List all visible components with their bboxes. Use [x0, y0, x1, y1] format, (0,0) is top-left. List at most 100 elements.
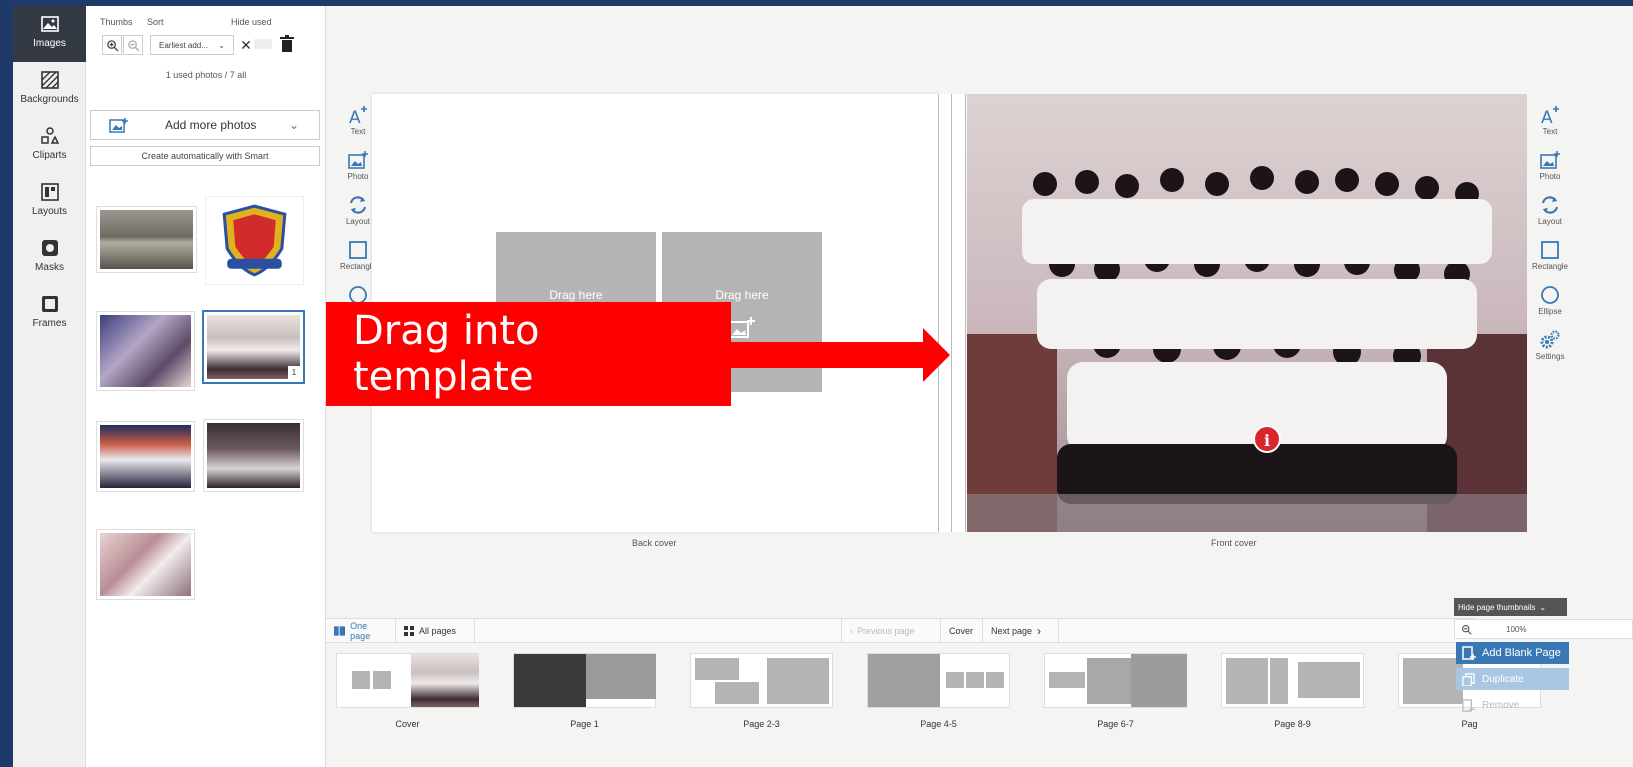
nav-cliparts[interactable]: Cliparts — [13, 118, 86, 174]
zoom-value: 100% — [1506, 624, 1527, 634]
add-more-photos-button[interactable]: Add more photos ⌄ — [90, 110, 320, 140]
page-thumb-1[interactable] — [513, 653, 656, 708]
tool-label: Text — [1542, 127, 1558, 136]
photo-thumb-classroom[interactable] — [96, 529, 195, 600]
nav-frames[interactable]: Frames — [13, 286, 86, 342]
zoom-out-icon — [127, 39, 140, 52]
remove-label: Remove — [1482, 699, 1520, 711]
info-icon[interactable]: i — [1253, 425, 1281, 453]
sort-select[interactable]: Earliest add... ⌄ — [150, 35, 234, 55]
nav-layouts[interactable]: Layouts — [13, 174, 86, 230]
photo-thumb-aerial[interactable] — [96, 206, 197, 273]
layout-tool-right[interactable]: Layout — [1530, 194, 1570, 235]
tool-label: Settings — [1535, 352, 1565, 361]
book-canvas: A Text Photo Layout Rectangle Ellipse — [326, 6, 1633, 618]
all-pages-button[interactable]: All pages — [396, 619, 475, 643]
cover-photo-preview — [411, 654, 479, 707]
nav-masks[interactable]: Masks — [13, 230, 86, 286]
page-thumb-label: Page 4-5 — [920, 719, 957, 729]
grid-icon — [404, 626, 414, 636]
previous-page-label: Previous page — [857, 626, 915, 636]
duplicate-icon — [1462, 672, 1475, 686]
add-photo-tool-right[interactable]: Photo — [1530, 149, 1570, 190]
thumb-image — [100, 425, 191, 488]
front-cover-page[interactable]: i — [967, 94, 1527, 532]
photo-add-icon — [1540, 151, 1560, 169]
one-page-icon — [334, 626, 346, 636]
hide-used-toggle[interactable] — [254, 39, 272, 49]
nav-backgrounds[interactable]: Backgrounds — [13, 62, 86, 118]
next-page-label: Next page — [991, 626, 1033, 636]
zoom-out-button[interactable] — [123, 35, 143, 55]
chevron-left-icon: ‹ — [850, 626, 853, 636]
nav-images-label: Images — [33, 38, 66, 49]
nav-images[interactable]: Images — [13, 6, 86, 62]
slot-label: Drag here — [549, 288, 603, 302]
rectangle-tool-right[interactable]: Rectangle — [1530, 239, 1570, 280]
nav-layouts-label: Layouts — [31, 206, 68, 217]
right-tools: A Text Photo Layout Rectangle Ellipse Se… — [1530, 100, 1570, 370]
photo-thumb-stage[interactable] — [96, 421, 195, 492]
zoom-in-button[interactable] — [102, 35, 122, 55]
photo-thumb-class-selected[interactable]: 1 — [202, 310, 305, 384]
ellipse-tool-right[interactable]: Ellipse — [1530, 284, 1570, 325]
photo-add-icon — [348, 151, 368, 169]
add-page-icon — [1462, 646, 1476, 660]
photo-thumb-standing[interactable] — [203, 419, 304, 492]
photo-thumb-crest[interactable] — [205, 196, 304, 285]
zoom-out-icon[interactable] — [1461, 624, 1472, 635]
page-thumb-4-5[interactable] — [867, 653, 1010, 708]
page-navigation-bar: One page All pages ‹ Previous page Cover… — [326, 618, 1474, 643]
page-thumb-label: Cover — [395, 719, 420, 729]
trash-icon[interactable] — [279, 35, 295, 53]
background-icon — [40, 71, 59, 89]
page-thumb-8-9[interactable] — [1221, 653, 1364, 708]
layout-cycle-icon — [1541, 196, 1559, 214]
nav-cliparts-label: Cliparts — [32, 150, 67, 161]
frame-icon — [41, 296, 58, 312]
rectangle-icon — [1541, 241, 1559, 259]
next-page-button[interactable]: Next page › — [983, 619, 1059, 643]
duplicate-button[interactable]: Duplicate — [1456, 668, 1569, 690]
back-cover-label: Back cover — [632, 538, 677, 548]
previous-page-button[interactable]: ‹ Previous page — [841, 619, 941, 643]
create-with-smart-button[interactable]: Create automatically with Smart — [90, 146, 320, 166]
zoom-control: 100% — [1454, 619, 1633, 639]
chevron-down-icon: ⌄ — [218, 40, 225, 50]
page-thumb-label: Page 1 — [570, 719, 599, 729]
chevron-down-icon: ⌄ — [1539, 602, 1547, 612]
add-more-label: Add more photos — [165, 118, 257, 132]
svg-text:A: A — [1541, 108, 1553, 126]
image-icon — [40, 16, 59, 32]
remove-button[interactable]: Remove — [1456, 694, 1569, 716]
drag-into-template-callout: Drag into template — [326, 302, 731, 406]
photo-count: 1 used photos / 7 all — [165, 70, 247, 80]
page-thumb-2-3[interactable] — [690, 653, 833, 708]
one-page-button[interactable]: One page — [326, 619, 396, 643]
page-thumb-label: Page 2-3 — [743, 719, 780, 729]
thumb-image — [100, 210, 193, 269]
thumbs-label: Thumbs — [100, 17, 133, 27]
tool-label: Layout — [1537, 217, 1563, 226]
duplicate-label: Duplicate — [1482, 673, 1524, 685]
remove-page-icon — [1462, 698, 1475, 712]
hide-page-thumbnails-button[interactable]: Hide page thumbnails ⌄ — [1454, 598, 1567, 616]
hide-thumbs-label: Hide page thumbnails — [1458, 602, 1536, 612]
tool-label: Rectangle — [1531, 262, 1569, 271]
page-thumb-cover[interactable] — [336, 653, 479, 708]
photo-thumb-group-suits[interactable] — [96, 311, 195, 391]
gear-icon — [1540, 330, 1560, 349]
text-add-icon: A — [349, 106, 367, 126]
add-text-tool-right[interactable]: A Text — [1530, 104, 1570, 145]
page-thumb-6-7[interactable] — [1044, 653, 1187, 708]
settings-tool[interactable]: Settings — [1530, 329, 1570, 370]
add-blank-page-button[interactable]: Add Blank Page — [1456, 642, 1569, 664]
nav-frames-label: Frames — [32, 318, 67, 329]
nav-backgrounds-label: Backgrounds — [20, 94, 79, 105]
all-pages-label: All pages — [419, 626, 457, 636]
tool-label: Ellipse — [1538, 307, 1562, 316]
hide-used-close-icon[interactable]: ✕ — [238, 37, 254, 53]
page-actions-panel: Hide page thumbnails ⌄ 100% Add Blank Pa… — [1454, 598, 1633, 767]
zoom-in-icon — [106, 39, 119, 52]
tool-label: Layout — [345, 217, 371, 226]
